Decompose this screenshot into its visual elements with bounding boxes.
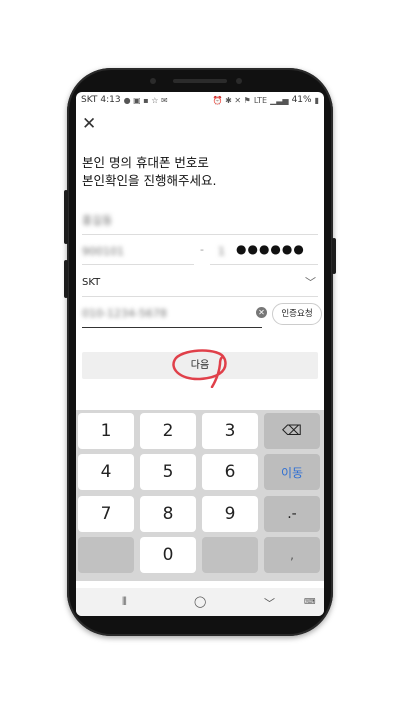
key-7[interactable]: 7 xyxy=(78,496,134,532)
name-value: 홍길동 xyxy=(82,214,113,227)
home-icon[interactable]: ◯ xyxy=(194,595,206,608)
backspace-icon: ⌫ xyxy=(282,423,302,439)
key-1[interactable]: 1 xyxy=(78,413,134,449)
chevron-down-icon: ﹀ xyxy=(305,276,316,289)
carrier-select[interactable]: SKT ﹀ xyxy=(82,270,318,297)
bixby-button xyxy=(64,260,68,298)
key-0[interactable]: 0 xyxy=(140,537,196,573)
clear-icon[interactable]: ✕ xyxy=(256,307,267,318)
id-front-input[interactable]: 900101 xyxy=(82,240,194,265)
phone-number-value: 010-1234-5678 xyxy=(82,307,167,320)
keyboard-icon[interactable]: ⌨ xyxy=(304,597,316,606)
key-3[interactable]: 3 xyxy=(202,413,258,449)
blank-key-left xyxy=(78,537,134,573)
key-5[interactable]: 5 xyxy=(140,454,196,490)
carrier-label: SKT xyxy=(81,95,98,105)
clock: 4:13 xyxy=(100,95,121,105)
id-dash: - xyxy=(200,243,204,256)
battery-level: 41% xyxy=(291,95,312,105)
system-icons: ⏰ ✱ ✕ ⚑ xyxy=(212,95,251,105)
title-line-1: 본인 명의 휴대폰 번호로 xyxy=(82,155,209,170)
numeric-keypad: 1 2 3 ⌫ 4 5 6 이동 7 8 9 .- 0 , xyxy=(76,410,324,581)
phone-number-input[interactable]: 010-1234-5678 xyxy=(82,301,262,328)
name-field[interactable]: 홍길동 xyxy=(82,206,318,235)
id-front-value: 900101 xyxy=(82,245,124,258)
signal-icon: ▁▃▅ xyxy=(270,95,289,105)
dot-dash-key[interactable]: .- xyxy=(264,496,320,532)
screen: SKT 4:13 ● ▣ ▪ ☆ ✉ ⏰ ✱ ✕ ⚑ LTE ▁▃▅ 41% ▮… xyxy=(76,92,324,616)
title-line-2: 본인확인을 진행해주세요. xyxy=(82,173,217,188)
id-back-first-digit: 1 xyxy=(218,245,225,258)
id-back-input[interactable]: 1 ●●●●●● xyxy=(210,240,318,265)
system-nav-bar: ⦀ ◯ ﹀ ⌨ xyxy=(76,588,324,616)
key-9[interactable]: 9 xyxy=(202,496,258,532)
verify-request-button[interactable]: 인증요청 xyxy=(272,303,322,325)
comma-key[interactable]: , xyxy=(264,537,320,573)
key-8[interactable]: 8 xyxy=(140,496,196,532)
resident-id-field: 900101 - 1 ●●●●●● xyxy=(82,238,318,266)
earpiece xyxy=(173,79,227,83)
notification-icons: ● ▣ ▪ ☆ ✉ xyxy=(123,95,168,105)
page-title: 본인 명의 휴대폰 번호로 본인확인을 진행해주세요. xyxy=(82,154,216,190)
battery-icon: ▮ xyxy=(314,95,319,105)
key-6[interactable]: 6 xyxy=(202,454,258,490)
key-2[interactable]: 2 xyxy=(140,413,196,449)
volume-button xyxy=(64,190,68,244)
lte-label: LTE xyxy=(253,95,268,105)
blank-key-right xyxy=(202,537,258,573)
power-button xyxy=(332,238,336,274)
phone-number-row: 010-1234-5678 ✕ 인증요청 xyxy=(82,301,322,329)
recents-icon[interactable]: ⦀ xyxy=(122,595,127,609)
backspace-key[interactable]: ⌫ xyxy=(264,413,320,449)
next-button[interactable]: 다음 xyxy=(82,352,318,379)
key-4[interactable]: 4 xyxy=(78,454,134,490)
id-back-masked: ●●●●●● xyxy=(236,242,305,256)
status-bar: SKT 4:13 ● ▣ ▪ ☆ ✉ ⏰ ✱ ✕ ⚑ LTE ▁▃▅ 41% ▮ xyxy=(76,92,324,108)
carrier-value: SKT xyxy=(82,277,101,288)
move-key[interactable]: 이동 xyxy=(264,454,320,490)
iris-sensor xyxy=(150,78,156,84)
close-icon[interactable]: ✕ xyxy=(82,114,102,134)
back-icon[interactable]: ﹀ xyxy=(264,595,275,611)
move-label: 이동 xyxy=(280,465,304,480)
front-camera xyxy=(236,78,242,84)
